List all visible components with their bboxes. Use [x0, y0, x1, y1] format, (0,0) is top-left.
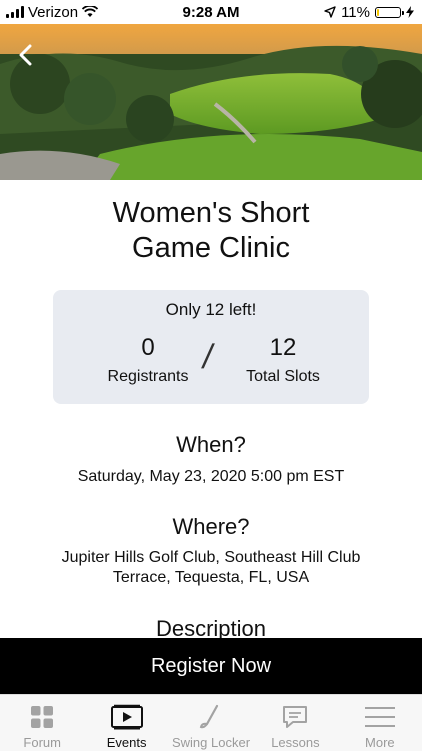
tab-bar: Forum Events Swing Locker Lessons More	[0, 694, 422, 751]
tab-swing-locker-label: Swing Locker	[171, 735, 251, 750]
tab-events-label: Events	[106, 735, 147, 750]
event-hero-image	[0, 24, 422, 180]
register-now-label: Register Now	[150, 654, 272, 677]
registrants-label: Registrants	[107, 368, 189, 385]
tab-forum-label: Forum	[23, 735, 61, 750]
tab-lessons[interactable]: Lessons	[253, 695, 337, 751]
where-heading: Where?	[172, 514, 250, 539]
tab-swing-locker[interactable]: Swing Locker	[169, 695, 253, 751]
battery-percent: 11%	[341, 3, 370, 21]
event-title-text: Women's Short Game Clinic	[112, 197, 310, 264]
registrants-count: 0	[141, 334, 155, 361]
carrier-label: Verizon	[28, 3, 79, 21]
tab-forum[interactable]: Forum	[0, 695, 84, 751]
golf-course-illustration	[0, 24, 422, 180]
grid-icon	[30, 704, 54, 730]
battery-icon	[375, 6, 404, 18]
register-now-button[interactable]: Register Now	[0, 638, 422, 694]
tab-more[interactable]: More	[338, 695, 422, 751]
status-right: 11%	[324, 4, 422, 21]
event-title: Women's Short Game Clinic	[0, 196, 422, 266]
tab-events[interactable]: Events	[84, 695, 168, 751]
signal-icon	[6, 6, 24, 18]
charging-bolt-icon	[406, 6, 414, 18]
tab-lessons-label: Lessons	[271, 735, 320, 750]
slots-card: Only 12 left! 0 Registrants / 12 Total S…	[53, 290, 369, 404]
registrants-stat: 0 Registrants	[83, 334, 213, 386]
calendar-icon	[110, 704, 144, 730]
slots-remaining-note: Only 12 left!	[165, 300, 257, 319]
menu-icon	[364, 704, 396, 730]
golf-club-icon	[199, 704, 223, 730]
tab-more-label: More	[365, 735, 395, 750]
when-heading: When?	[176, 432, 246, 457]
wifi-icon	[82, 6, 99, 17]
where-value: Jupiter Hills Golf Club, Southeast Hill …	[61, 549, 361, 586]
total-slots-count: 12	[269, 334, 297, 361]
total-slots-stat: 12 Total Slots	[218, 334, 348, 386]
when-value: Saturday, May 23, 2020 5:00 pm EST	[77, 468, 345, 485]
total-slots-label: Total Slots	[246, 368, 320, 385]
back-button[interactable]	[18, 44, 46, 72]
status-left: Verizon	[0, 3, 99, 21]
chevron-left-icon	[19, 44, 32, 66]
chat-bubble-icon	[281, 704, 309, 730]
location-arrow-icon	[324, 6, 336, 18]
status-bar: Verizon 9:28 AM 11%	[0, 0, 422, 24]
battery-fill	[377, 8, 379, 16]
